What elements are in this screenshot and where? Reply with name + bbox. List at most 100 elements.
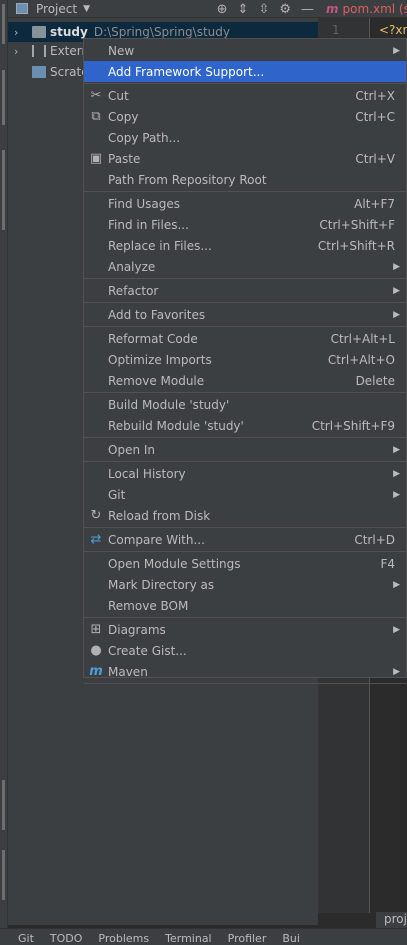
menu-item-create-gist[interactable]: ● Create Gist...	[84, 640, 406, 661]
submenu-arrow-icon: ▶	[393, 666, 400, 677]
gear-icon[interactable]: ⚙	[279, 2, 291, 17]
menu-item-compare-with[interactable]: ⇄ Compare With... Ctrl+D	[84, 529, 406, 550]
menu-item-label: Path From Repository Root	[108, 172, 267, 187]
tree-item-label: study	[50, 25, 88, 39]
expand-all-icon[interactable]: ⇕	[238, 2, 249, 17]
menu-item-label: Refactor	[108, 283, 159, 298]
editor-tab-bar: m pom.xml (s	[318, 0, 407, 18]
menu-item-git[interactable]: Git ▶	[84, 484, 406, 505]
menu-item-label: Compare With...	[108, 532, 205, 547]
module-folder-icon	[32, 26, 46, 38]
menu-item-copy-path[interactable]: Copy Path...	[84, 127, 406, 148]
menu-item-shortcut: Ctrl+Alt+L	[330, 331, 395, 346]
menu-item-label: Open In	[108, 442, 156, 457]
submenu-arrow-icon: ▶	[393, 489, 400, 500]
menu-item-rebuild-module[interactable]: Rebuild Module 'study' Ctrl+Shift+F9	[84, 415, 406, 436]
menu-item-optimize-imports[interactable]: Optimize Imports Ctrl+Alt+O	[84, 349, 406, 370]
chevron-right-icon[interactable]: ›	[14, 26, 24, 39]
tree-item-path: D:\Spring\Spring\study	[93, 25, 230, 39]
structure-tool-button[interactable]	[2, 850, 5, 900]
menu-separator	[84, 683, 406, 684]
tab-build[interactable]: Bui	[282, 932, 300, 945]
submenu-arrow-icon: ▶	[393, 624, 400, 635]
menu-item-reformat-code[interactable]: Reformat Code Ctrl+Alt+L	[84, 328, 406, 349]
menu-item-paste[interactable]: ▣ Paste Ctrl+V	[84, 148, 406, 169]
collapse-all-icon[interactable]: ⇳	[258, 2, 269, 17]
menu-item-add-to-favorites[interactable]: Add to Favorites ▶	[84, 304, 406, 325]
menu-item-find-in-files[interactable]: Find in Files... Ctrl+Shift+F	[84, 214, 406, 235]
menu-item-label: Replace in Files...	[108, 238, 212, 253]
menu-item-shortcut: Ctrl+Shift+F	[319, 217, 395, 232]
menu-item-build-module[interactable]: Build Module 'study'	[84, 394, 406, 415]
left-tool-stripe[interactable]	[0, 0, 8, 945]
tab-todo[interactable]: TODO	[50, 932, 83, 945]
project-tool-button[interactable]	[2, 4, 5, 44]
menu-item-path-from-repository-root[interactable]: Path From Repository Root	[84, 169, 406, 190]
menu-item-label: Cut	[108, 88, 129, 103]
submenu-arrow-icon: ▶	[393, 579, 400, 590]
menu-item-find-usages[interactable]: Find Usages Alt+F7	[84, 193, 406, 214]
menu-item-add-framework-support[interactable]: Add Framework Support...	[84, 61, 406, 82]
menu-item-open-in[interactable]: Open In ▶	[84, 439, 406, 460]
tab-profiler[interactable]: Profiler	[228, 932, 267, 945]
menu-item-cut[interactable]: ✂ Cut Ctrl+X	[84, 85, 406, 106]
locate-icon[interactable]: ⊕	[217, 2, 228, 17]
menu-item-refactor[interactable]: Refactor ▶	[84, 280, 406, 301]
scissors-icon: ✂	[90, 88, 102, 103]
menu-item-copy[interactable]: ⧉ Copy Ctrl+C	[84, 106, 406, 127]
menu-item-diagrams[interactable]: ⊞ Diagrams ▶	[84, 619, 406, 640]
tab-terminal[interactable]: Terminal	[165, 932, 212, 945]
menu-item-label: Git	[108, 487, 126, 502]
editor-tab-pom[interactable]: pom.xml (s	[343, 2, 407, 16]
scratch-icon	[32, 66, 46, 78]
menu-item-label: Add Framework Support...	[108, 64, 265, 79]
project-panel-header: Project ▼ ⊕ ⇕ ⇳ ⚙ —	[8, 0, 318, 18]
menu-item-shortcut: Ctrl+Alt+O	[327, 352, 395, 367]
menu-item-remove-bom[interactable]: Remove BOM	[84, 595, 406, 616]
chevron-right-icon[interactable]: ›	[14, 45, 24, 58]
pull-requests-tool-button[interactable]	[2, 150, 5, 230]
menu-item-mark-directory-as[interactable]: Mark Directory as ▶	[84, 574, 406, 595]
menu-item-open-module-settings[interactable]: Open Module Settings F4	[84, 553, 406, 574]
panel-toolbar: ⊕ ⇕ ⇳ ⚙ —	[217, 0, 314, 18]
menu-item-label: Optimize Imports	[108, 352, 212, 367]
project-view-selector[interactable]: Project	[36, 2, 77, 16]
menu-item-maven[interactable]: m Maven ▶	[84, 661, 406, 682]
menu-item-label: Rebuild Module 'study'	[108, 418, 244, 433]
bookmarks-tool-button[interactable]	[2, 780, 5, 830]
menu-item-label: Maven	[108, 664, 148, 679]
submenu-arrow-icon: ▶	[393, 261, 400, 272]
submenu-arrow-icon: ▶	[393, 285, 400, 296]
menu-item-replace-in-files[interactable]: Replace in Files... Ctrl+Shift+R	[84, 235, 406, 256]
library-icon	[32, 45, 46, 57]
menu-item-label: Create Gist...	[108, 643, 187, 658]
context-menu: New ▶ Add Framework Support... ✂ Cut Ctr…	[83, 38, 407, 684]
menu-item-new[interactable]: New ▶	[84, 40, 406, 61]
menu-item-analyze[interactable]: Analyze ▶	[84, 256, 406, 277]
diagram-icon: ⊞	[90, 622, 102, 637]
tab-problems[interactable]: Problems	[98, 932, 149, 945]
submenu-arrow-icon: ▶	[393, 444, 400, 455]
commit-tool-button[interactable]	[2, 70, 5, 125]
menu-item-label: Diagrams	[108, 622, 166, 637]
menu-item-remove-module[interactable]: Remove Module Delete	[84, 370, 406, 391]
menu-item-label: Reformat Code	[108, 331, 198, 346]
chevron-down-icon[interactable]: ▼	[83, 4, 90, 14]
minimize-icon[interactable]: —	[301, 2, 314, 17]
project-structure-tab[interactable]: proje	[376, 912, 407, 928]
menu-separator	[84, 191, 406, 192]
menu-item-label: Reload from Disk	[108, 508, 211, 523]
menu-item-shortcut: Ctrl+Shift+R	[317, 238, 395, 253]
reload-icon: ↻	[90, 508, 102, 523]
menu-item-shortcut: Delete	[355, 373, 395, 388]
menu-item-local-history[interactable]: Local History ▶	[84, 463, 406, 484]
menu-separator	[84, 83, 406, 84]
menu-item-reload-from-disk[interactable]: ↻ Reload from Disk	[84, 505, 406, 526]
project-icon	[16, 3, 28, 14]
menu-separator	[84, 617, 406, 618]
menu-separator	[84, 461, 406, 462]
menu-item-label: Copy	[108, 109, 139, 124]
menu-item-shortcut: Ctrl+Shift+F9	[311, 418, 395, 433]
tab-git[interactable]: Git	[18, 932, 34, 945]
menu-separator	[84, 437, 406, 438]
